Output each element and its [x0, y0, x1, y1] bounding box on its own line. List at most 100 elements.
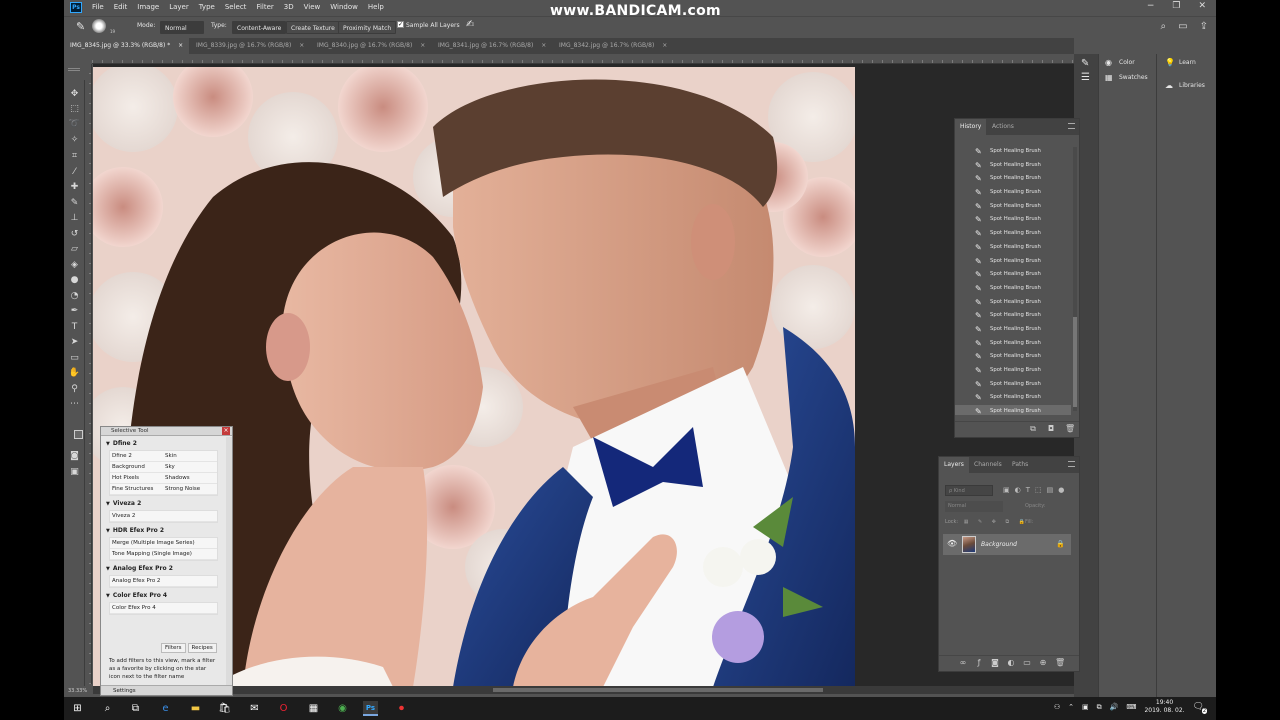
workspace-icon[interactable]: ▭ [1178, 21, 1187, 32]
menu-type[interactable]: Type [199, 3, 215, 11]
ruler-vertical[interactable] [85, 64, 92, 684]
file-explorer-icon[interactable]: ▬ [188, 701, 203, 716]
mode-select[interactable]: Normal [160, 21, 204, 34]
tab-history[interactable]: History [955, 119, 987, 135]
proximity-match-button[interactable]: Proximity Match [338, 21, 397, 34]
paint-bucket-tool-icon[interactable]: ◈ [68, 259, 81, 272]
history-state[interactable]: ✎ Spot Healing Brush [955, 213, 1071, 227]
people-icon[interactable]: ⚇ [1054, 703, 1060, 711]
ruler-horizontal[interactable] [92, 54, 1074, 64]
history-state[interactable]: ✎ Spot Healing Brush [955, 350, 1071, 364]
list-item[interactable]: Fine Structures Strong Noise [110, 484, 217, 495]
eyedropper-tool-icon[interactable]: ⁄ [68, 166, 81, 179]
brush-preset-picker[interactable] [92, 19, 106, 33]
more-tools-icon[interactable]: ⋯ [68, 398, 81, 411]
notifications-icon[interactable]: 🗨 2 [1193, 702, 1207, 714]
sample-all-layers-checkbox[interactable]: ✓ [397, 21, 404, 28]
menu-file[interactable]: File [92, 3, 104, 11]
list-item[interactable]: Tone Mapping (Single Image) [110, 549, 217, 560]
move-tool-icon[interactable]: ✥ [68, 88, 81, 101]
menu-edit[interactable]: Edit [114, 3, 128, 11]
history-state[interactable]: ✎ Spot Healing Brush [955, 145, 1071, 159]
mail-icon[interactable]: ✉ [247, 701, 262, 716]
history-state[interactable]: ✎ Spot Healing Brush [955, 200, 1071, 214]
brush-tool-icon[interactable]: ✎ [68, 197, 81, 210]
history-state[interactable]: ✎ Spot Healing Brush [955, 296, 1071, 310]
bandicam-tray-icon[interactable]: ▣ [1082, 703, 1089, 711]
list-item[interactable]: Merge (Multiple Image Series) [110, 538, 217, 549]
list-item[interactable]: Hot Pixels Shadows [110, 473, 217, 484]
filter-smart-object-icon[interactable]: ▤ [1047, 486, 1054, 494]
keyboard-icon[interactable]: ⌨ [1126, 703, 1136, 711]
filter-adjustment-icon[interactable]: ◐ [1015, 486, 1021, 494]
screen-mode-icon[interactable]: ▣ [68, 466, 81, 479]
calculator-icon[interactable]: ▦ [306, 701, 321, 716]
clock[interactable]: 19:40 2019. 08. 02. [1144, 699, 1184, 715]
menu-select[interactable]: Select [225, 3, 247, 11]
eraser-tool-icon[interactable]: ▱ [68, 243, 81, 256]
list-item[interactable]: Analog Efex Pro 2 [110, 576, 217, 587]
history-brush-tool-icon[interactable]: ↺ [68, 228, 81, 241]
scrollbar-thumb[interactable] [1073, 317, 1077, 407]
tray-overflow-icon[interactable]: ⌃ [1068, 703, 1074, 711]
panel-menu-icon[interactable] [1068, 461, 1075, 467]
search-icon[interactable]: ⌕ [1161, 21, 1167, 32]
selective-tool-scrollbar[interactable] [226, 437, 232, 687]
layer-row-background[interactable]: 👁 Background 🔒 [943, 534, 1071, 555]
tab-paths[interactable]: Paths [1007, 457, 1033, 473]
share-icon[interactable]: ⇪ [1200, 21, 1208, 32]
tab-img-8342[interactable]: IMG_8342.jpg @ 16.7% (RGB/8) × [553, 38, 674, 54]
layer-style-icon[interactable]: ƒ [975, 659, 983, 667]
scrollbar-thumb[interactable] [493, 688, 823, 692]
history-state[interactable]: ✎ Spot Healing Brush [955, 405, 1071, 415]
menu-filter[interactable]: Filter [256, 3, 273, 11]
filter-toggle-icon[interactable]: ● [1058, 486, 1064, 494]
store-icon[interactable]: 🛍 [217, 701, 232, 716]
brush-panel-icon[interactable]: ✎ [1081, 58, 1089, 69]
selective-tool-titlebar[interactable]: Selective Tool × [101, 427, 232, 436]
list-item[interactable]: Viveza 2 [110, 511, 217, 522]
rectangle-tool-icon[interactable]: ▭ [68, 352, 81, 365]
color-panel-label[interactable]: Color [1119, 59, 1135, 66]
windows-start-icon[interactable]: ⊞ [70, 701, 85, 716]
spot-healing-brush-icon[interactable]: ✎ [76, 20, 85, 33]
lasso-tool-icon[interactable]: ➰ [68, 118, 81, 131]
history-state[interactable]: ✎ Spot Healing Brush [955, 378, 1071, 392]
menu-image[interactable]: Image [137, 3, 159, 11]
quick-select-tool-icon[interactable]: ✧ [68, 134, 81, 147]
network-icon[interactable]: ⧉ [1097, 703, 1102, 712]
close-button[interactable]: ✕ [1198, 1, 1206, 11]
history-state[interactable]: ✎ Spot Healing Brush [955, 255, 1071, 269]
clone-stamp-tool-icon[interactable]: ⊥ [68, 212, 81, 225]
task-view-icon[interactable]: ⧉ [128, 701, 143, 716]
pressure-icon[interactable]: ✍ [466, 19, 474, 30]
menu-help[interactable]: Help [368, 3, 384, 11]
tab-img-8345[interactable]: IMG_8345.jpg @ 33.3% (RGB/8) * × [64, 38, 190, 54]
tab-actions[interactable]: Actions [987, 119, 1019, 135]
bandicam-record-icon[interactable]: ⏺ [394, 701, 409, 716]
history-state[interactable]: ✎ Spot Healing Brush [955, 364, 1071, 378]
history-state[interactable]: ✎ Spot Healing Brush [955, 391, 1071, 405]
menu-view[interactable]: View [304, 3, 321, 11]
libraries-icon[interactable]: ☁ [1165, 81, 1173, 90]
path-select-tool-icon[interactable]: ➤ [68, 336, 81, 349]
close-icon[interactable]: × [222, 427, 230, 435]
menu-layer[interactable]: Layer [169, 3, 189, 11]
chrome-browser-icon[interactable]: ◉ [335, 701, 350, 716]
section-analog-efex[interactable]: ▼ Analog Efex Pro 2 [101, 563, 232, 574]
layer-mask-icon[interactable]: ◙ [991, 659, 999, 667]
trash-icon[interactable]: 🗑 [1065, 425, 1075, 433]
history-scrollbar[interactable] [1073, 147, 1077, 411]
learn-panel-label[interactable]: Learn [1179, 59, 1196, 66]
pen-tool-icon[interactable]: ✒ [68, 305, 81, 318]
layer-filter-select[interactable]: ρ Kind [945, 485, 993, 496]
tab-channels[interactable]: Channels [969, 457, 1007, 473]
crop-tool-icon[interactable]: ⌗ [68, 150, 81, 163]
type-tool-icon[interactable]: T [68, 321, 81, 334]
tab-img-8339[interactable]: IMG_8339.jpg @ 16.7% (RGB/8) × [190, 38, 311, 54]
settings-button[interactable]: Settings [101, 685, 232, 695]
menu-3d[interactable]: 3D [284, 3, 294, 11]
history-state[interactable]: ✎ Spot Healing Brush [955, 337, 1071, 351]
history-state[interactable]: ✎ Spot Healing Brush [955, 186, 1071, 200]
list-item[interactable]: Dfine 2 Skin [110, 451, 217, 462]
